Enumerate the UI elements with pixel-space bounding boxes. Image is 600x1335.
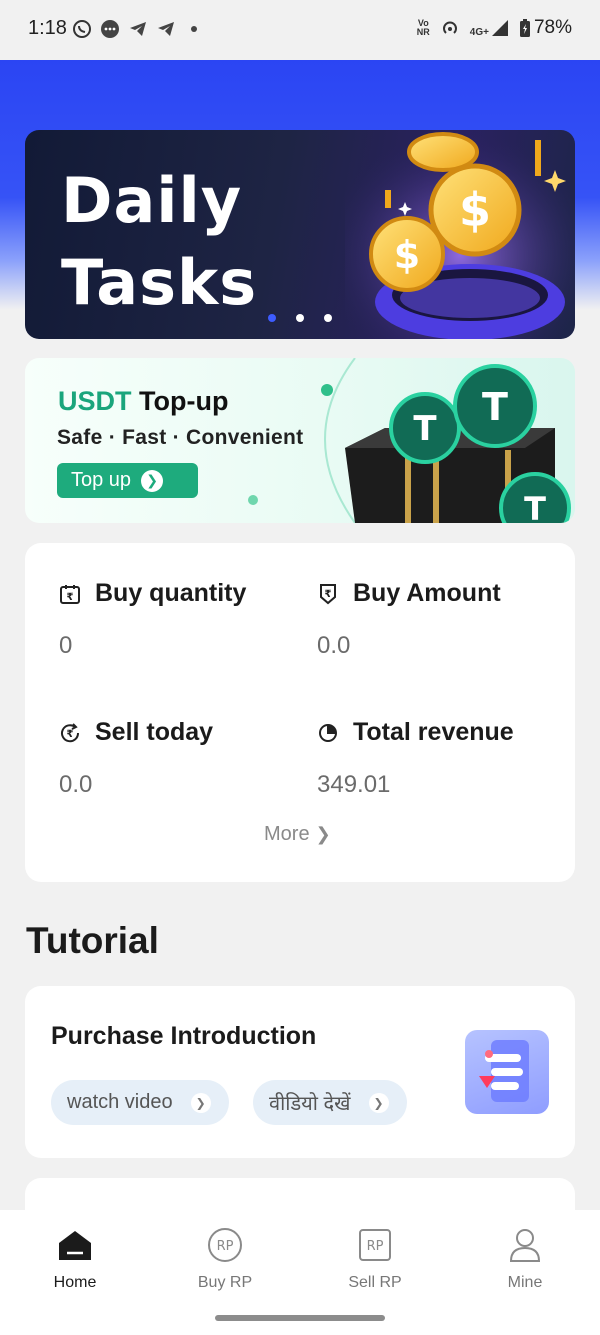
- svg-text:$: $: [394, 233, 420, 277]
- svg-text:RP: RP: [367, 1239, 384, 1254]
- svg-text:T: T: [413, 409, 437, 449]
- chevron-right-icon: ❯: [141, 469, 164, 492]
- home-indicator[interactable]: [215, 1315, 385, 1321]
- hotspot-icon: [442, 21, 457, 34]
- nav-mine[interactable]: Mine: [465, 1226, 585, 1292]
- stat-buy-quantity: ₹ Buy quantity 0: [59, 579, 247, 659]
- chevron-right-icon: ❯: [368, 1092, 389, 1113]
- calendar-rupee-icon: ₹: [60, 584, 80, 604]
- stat-value: 349.01: [317, 771, 391, 798]
- stat-value: 0.0: [59, 771, 93, 798]
- status-right: Vo NR 4G+ 78%: [417, 17, 572, 39]
- whatsapp-icon: [73, 20, 91, 38]
- profile-icon: [509, 1229, 541, 1262]
- tether-chest-illustration: T T T: [345, 364, 571, 523]
- carousel-dot[interactable]: [296, 314, 304, 322]
- svg-text:RP: RP: [217, 1239, 234, 1254]
- carousel-dot[interactable]: [268, 314, 276, 322]
- telegram-icon: [158, 22, 174, 36]
- chevron-right-icon: ❯: [190, 1092, 211, 1113]
- rupee-tag-icon: ₹: [320, 583, 336, 604]
- message-icon: [101, 20, 119, 38]
- stats-card: ₹ Buy quantity 0 ₹ Buy Amount 0.0 ₹ Sell…: [25, 543, 575, 882]
- carousel-dot[interactable]: [324, 314, 332, 322]
- svg-text:₹: ₹: [67, 729, 74, 740]
- nav-home[interactable]: Home: [15, 1226, 135, 1292]
- stat-buy-amount: ₹ Buy Amount 0.0: [317, 579, 501, 659]
- svg-text:T: T: [482, 385, 508, 429]
- status-bar: 1:18 Vo NR 4G+ 78%: [0, 0, 600, 60]
- battery-icon: [519, 19, 530, 37]
- tutorial-card-title: Purchase Introduction: [51, 1022, 317, 1050]
- dot-icon: [191, 26, 197, 32]
- battery-indicator: 78%: [519, 17, 572, 39]
- refresh-rupee-icon: ₹: [61, 722, 80, 742]
- topup-button[interactable]: Top up ❯: [57, 463, 198, 498]
- signal-icon: [491, 20, 508, 36]
- tutorial-card[interactable]: Purchase Introduction watch video ❯ वीडि…: [25, 986, 575, 1158]
- stat-sell-today: ₹ Sell today 0.0: [59, 718, 214, 798]
- svg-text:₹: ₹: [325, 589, 332, 600]
- banner-title: Daily Tasks: [61, 164, 258, 319]
- daily-tasks-banner[interactable]: Daily Tasks $ $: [25, 130, 575, 339]
- telegram-icon: [130, 22, 146, 36]
- pie-chart-icon: [319, 723, 337, 742]
- sell-rp-icon: RP: [359, 1229, 391, 1261]
- buy-rp-icon: RP: [208, 1228, 242, 1262]
- stat-value: 0: [59, 632, 73, 659]
- svg-text:$: $: [459, 183, 491, 237]
- carousel-indicator: [268, 314, 332, 322]
- tutorial-section-title: Tutorial: [26, 920, 159, 961]
- stat-total-revenue: Total revenue 349.01: [317, 718, 514, 798]
- nav-sell-rp[interactable]: RP Sell RP: [315, 1226, 435, 1292]
- signal-indicator: 4G+: [470, 19, 509, 38]
- usdt-topup-card[interactable]: USDT Top-up Safe · Fast · Convenient Top…: [25, 358, 575, 523]
- stat-value: 0.0: [317, 632, 351, 659]
- phone-list-icon: [479, 1040, 529, 1102]
- svg-text:T: T: [524, 490, 546, 523]
- watch-video-button[interactable]: watch video ❯: [51, 1080, 229, 1125]
- home-icon: [59, 1231, 91, 1260]
- more-link[interactable]: More ❯: [264, 823, 331, 846]
- volte-indicator: Vo NR: [416, 18, 430, 37]
- nav-buy-rp[interactable]: RP Buy RP: [165, 1226, 285, 1292]
- coins-pot-illustration: $ $: [345, 130, 575, 339]
- chevron-right-icon: ❯: [315, 824, 331, 844]
- watch-video-hindi-button[interactable]: वीडियो देखें ❯: [253, 1080, 407, 1125]
- usdt-subtitle: Safe · Fast · Convenient: [57, 426, 304, 449]
- svg-text:₹: ₹: [67, 592, 74, 603]
- notification-icons: [72, 19, 204, 39]
- usdt-title: USDT Top-up: [58, 386, 229, 416]
- status-time: 1:18: [28, 17, 67, 39]
- purchase-illustration: [465, 1030, 549, 1114]
